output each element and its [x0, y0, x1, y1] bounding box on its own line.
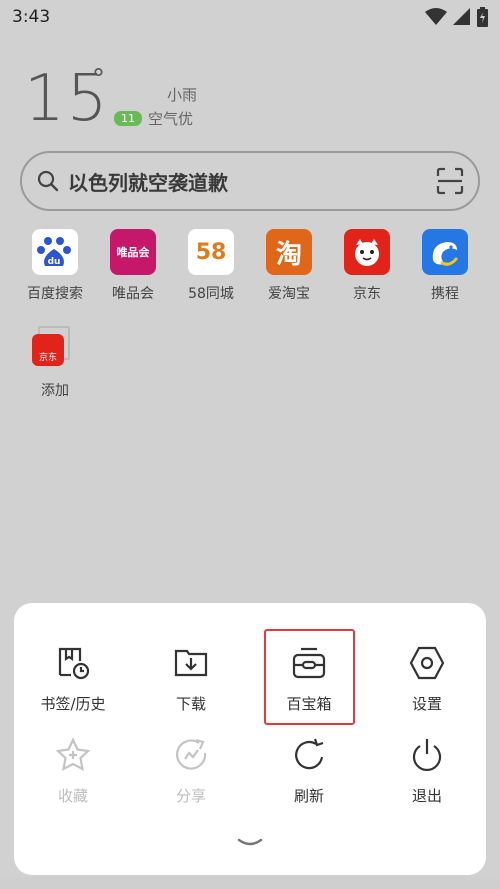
shortcut-label: 爱淘宝: [268, 286, 310, 302]
menu-label: 百宝箱: [286, 695, 332, 713]
shortcut-label: 唯品会: [112, 286, 154, 302]
menu-label: 刷新: [293, 787, 324, 805]
shortcut-58[interactable]: 58 58同城: [172, 229, 250, 303]
shortcut-add[interactable]: 京东 添加: [16, 326, 94, 400]
status-icons: [425, 7, 488, 27]
bottom-menu-sheet: 书签/历史 下载 百宝箱 设置 收藏 分享 刷新 退出: [14, 603, 486, 875]
favorite-icon: [55, 737, 91, 772]
air-quality: 11 空气优: [114, 108, 193, 129]
menu-bookmark-history[interactable]: 书签/历史: [23, 645, 123, 714]
share-icon: [175, 738, 207, 770]
menu-settings[interactable]: 设置: [377, 645, 477, 714]
menu-toolbox[interactable]: 百宝箱: [259, 645, 359, 714]
scan-icon[interactable]: [436, 167, 464, 195]
battery-icon: [477, 7, 488, 27]
status-bar: 3:43: [0, 0, 500, 34]
shortcut-label: 携程: [431, 286, 459, 302]
vip-logo-text: 唯品会: [116, 246, 150, 259]
ctrip-icon: [422, 229, 468, 275]
shortcut-label: 添加: [41, 383, 69, 399]
search-box[interactable]: 以色列就空袭道歉: [20, 151, 480, 211]
status-time: 3:43: [12, 7, 51, 27]
menu-label: 分享: [175, 787, 206, 805]
menu-label: 收藏: [57, 787, 88, 805]
menu-label: 设置: [411, 695, 442, 713]
taobao-icon: 淘: [266, 229, 312, 275]
add-shortcut-icon: 京东: [32, 326, 78, 372]
jd-small-text: 京东: [38, 353, 57, 363]
chevron-down-icon: [237, 838, 263, 846]
degree-symbol: °: [92, 64, 105, 94]
search-hint: 以色列就空袭道歉: [68, 170, 228, 195]
jd-icon: [344, 229, 390, 275]
58-icon: 58: [188, 229, 234, 275]
refresh-icon: [295, 738, 324, 770]
search-icon: [37, 170, 59, 192]
baidu-icon: du: [32, 229, 78, 275]
vip-icon: 唯品会: [110, 229, 156, 275]
collapse-menu-button[interactable]: [236, 835, 264, 854]
svg-text:du: du: [48, 257, 61, 267]
bookmark-history-icon: [58, 647, 90, 680]
shortcut-baidu[interactable]: du 百度搜索: [16, 229, 94, 303]
taobao-logo-text: 淘: [275, 239, 302, 270]
power-icon: [412, 739, 442, 771]
download-icon: [174, 649, 208, 677]
bottom-toolbar-edge: [0, 877, 500, 889]
shortcut-label: 百度搜索: [27, 286, 83, 302]
shortcut-vip[interactable]: 唯品会 唯品会: [94, 229, 172, 303]
shortcut-label: 京东: [353, 286, 381, 302]
shortcut-label: 58同城: [188, 286, 234, 302]
menu-label: 书签/历史: [40, 695, 106, 713]
menu-label: 下载: [175, 695, 206, 713]
settings-icon: [409, 646, 445, 680]
58-logo-text: 58: [195, 239, 227, 265]
shortcut-ctrip[interactable]: 携程: [406, 229, 484, 303]
menu-share[interactable]: 分享: [141, 737, 241, 806]
menu-refresh[interactable]: 刷新: [259, 737, 359, 806]
menu-favorite[interactable]: 收藏: [23, 737, 123, 806]
toolbox-icon: [292, 647, 326, 679]
aqi-badge: 11: [114, 111, 142, 126]
menu-download[interactable]: 下载: [141, 645, 241, 714]
aqi-label: 空气优: [148, 110, 194, 128]
signal-icon: [453, 8, 470, 25]
menu-exit[interactable]: 退出: [377, 737, 477, 806]
menu-label: 退出: [411, 787, 442, 805]
shortcut-taobao[interactable]: 淘 爱淘宝: [250, 229, 328, 303]
wifi-icon: [425, 8, 447, 25]
weather-condition: 小雨: [167, 86, 198, 104]
shortcut-jd[interactable]: 京东: [328, 229, 406, 303]
